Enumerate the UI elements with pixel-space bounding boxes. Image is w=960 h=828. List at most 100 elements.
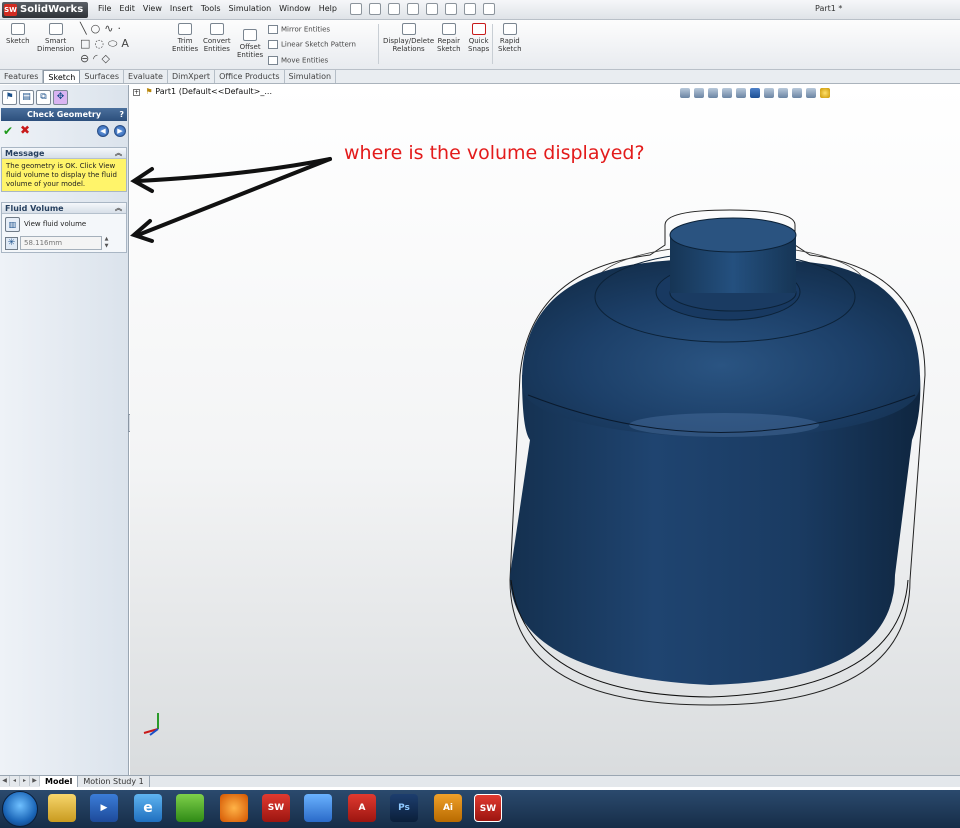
back-arrow-icon[interactable]: ◀ [97, 125, 109, 137]
message-group-header[interactable]: Message ︽ [2, 148, 126, 159]
app-icon[interactable] [304, 794, 332, 822]
graphics-area[interactable]: + ⚑ Part1 (Default<<Default>_... [130, 85, 960, 775]
new-document-icon[interactable] [350, 3, 362, 15]
property-manager-title: Check Geometry ? [1, 108, 127, 121]
tab-evaluate[interactable]: Evaluate [124, 70, 168, 83]
plane-icon[interactable]: ◇ [101, 52, 109, 65]
ok-check-icon[interactable]: ✔ [3, 124, 13, 138]
print-icon[interactable] [407, 3, 419, 15]
display-delete-label-1: Display/Delete [383, 37, 435, 45]
offset-icon [243, 29, 258, 41]
ellipse-icon[interactable]: ⬭ [108, 37, 117, 51]
distance-spinbox-row: ✳ 58.116mm ▲ ▼ [2, 234, 126, 252]
distance-input[interactable]: 58.116mm [20, 236, 102, 250]
menu-file[interactable]: File [94, 4, 115, 13]
fluid-volume-group: Fluid Volume ︽ ▥ View fluid volume ✳ 58.… [1, 202, 127, 253]
rapid-sketch-button[interactable]: Rapid Sketch [498, 23, 522, 53]
first-tab-icon[interactable]: ◀ [0, 776, 10, 786]
highlight [629, 413, 819, 437]
forward-arrow-icon[interactable]: ▶ [114, 125, 126, 137]
tab-sketch[interactable]: Sketch [43, 70, 81, 83]
illustrator-icon[interactable]: Ai [434, 794, 462, 822]
acrobat-icon[interactable]: A [348, 794, 376, 822]
ribbon-separator [378, 24, 379, 64]
property-manager-icon[interactable]: ▤ [19, 90, 34, 105]
move-entities-button[interactable]: Move Entities [268, 56, 328, 65]
collapse-chevron-icon[interactable]: ︽ [115, 148, 122, 159]
firefox-icon[interactable] [220, 794, 248, 822]
spin-arrows-icon[interactable]: ▲ ▼ [102, 236, 111, 250]
convert-entities-button[interactable]: Convert Entities [203, 23, 231, 53]
save-icon[interactable] [388, 3, 400, 15]
configuration-manager-icon[interactable]: ⧉ [36, 90, 51, 105]
mirror-icon [268, 25, 278, 34]
solidworks-taskbar-icon[interactable]: SW [262, 794, 290, 822]
spline-icon[interactable]: ∿ [104, 22, 113, 35]
cancel-x-icon[interactable]: ✖ [20, 123, 30, 137]
linear-pattern-button[interactable]: Linear Sketch Pattern [268, 40, 356, 49]
smart-dimension-button[interactable]: Smart Dimension [37, 23, 74, 53]
axis-triad [143, 713, 159, 736]
tab-dimxpert[interactable]: DimXpert [168, 70, 216, 83]
feature-manager-icon[interactable]: ⚑ [2, 90, 17, 105]
menu-help[interactable]: Help [315, 4, 341, 13]
slot-icon[interactable]: ⊖ [80, 52, 89, 65]
view-fluid-volume-button[interactable]: ▥ [5, 216, 20, 232]
help-icon[interactable]: ? [119, 108, 124, 121]
last-tab-icon[interactable]: ▶ [30, 776, 40, 786]
menu-edit[interactable]: Edit [115, 4, 139, 13]
next-tab-icon[interactable]: ▸ [20, 776, 30, 786]
open-icon[interactable] [369, 3, 381, 15]
manager-tabs: ⚑ ▤ ⧉ ✥ [2, 90, 68, 105]
select-icon[interactable] [445, 3, 457, 15]
message-text: The geometry is OK. Click View fluid vol… [2, 159, 126, 191]
explorer-icon[interactable] [48, 794, 76, 822]
sketch-label: Sketch [6, 37, 30, 45]
sketch-button[interactable]: Sketch [6, 23, 30, 45]
menu-view[interactable]: View [139, 4, 166, 13]
fillet-icon[interactable]: ◜ [93, 52, 97, 65]
media-player-icon[interactable]: ▶ [90, 794, 118, 822]
annotation-text: where is the volume displayed? [344, 142, 645, 164]
fluid-volume-group-header[interactable]: Fluid Volume ︽ [2, 203, 126, 214]
mirror-entities-button[interactable]: Mirror Entities [268, 25, 330, 34]
menu-insert[interactable]: Insert [166, 4, 197, 13]
message-group: Message ︽ The geometry is OK. Click View… [1, 147, 127, 192]
menu-tools[interactable]: Tools [197, 4, 225, 13]
menu-window[interactable]: Window [275, 4, 315, 13]
dimxpert-manager-icon[interactable]: ✥ [53, 90, 68, 105]
start-button-icon[interactable] [2, 791, 38, 827]
chrome-icon[interactable] [176, 794, 204, 822]
solidworks-active-taskbar-icon[interactable]: SW [474, 794, 502, 822]
collapse-chevron-icon[interactable]: ︽ [115, 203, 122, 214]
quick-snaps-label-2: Snaps [468, 45, 490, 53]
solidworks-logo[interactable]: SW SolidWorks [2, 2, 88, 18]
tab-nav-arrows: ◀ ◂ ▸ ▶ [0, 776, 40, 787]
options-icon[interactable] [483, 3, 495, 15]
point-icon[interactable]: · [117, 22, 121, 35]
trim-entities-button[interactable]: Trim Entities [172, 23, 198, 53]
menu-simulation[interactable]: Simulation [225, 4, 276, 13]
prev-tab-icon[interactable]: ◂ [10, 776, 20, 786]
internet-explorer-icon[interactable]: e [134, 794, 162, 822]
tab-features[interactable]: Features [0, 70, 44, 83]
photoshop-icon[interactable]: Ps [390, 794, 418, 822]
arc-icon[interactable]: ◌ [94, 37, 104, 51]
tab-motion-study[interactable]: Motion Study 1 [78, 776, 150, 787]
tab-office-products[interactable]: Office Products [215, 70, 285, 83]
tab-simulation[interactable]: Simulation [285, 70, 337, 83]
offset-entities-button[interactable]: Offset Entities [237, 29, 263, 59]
line-icon[interactable]: ╲ [80, 22, 87, 35]
quick-snaps-button[interactable]: Quick Snaps [468, 23, 489, 53]
undo-icon[interactable] [426, 3, 438, 15]
move-icon [268, 56, 278, 65]
rebuild-icon[interactable] [464, 3, 476, 15]
tab-model[interactable]: Model [40, 776, 79, 787]
display-delete-relations-button[interactable]: Display/Delete Relations [383, 23, 434, 53]
repair-sketch-button[interactable]: Repair Sketch [437, 23, 461, 53]
tab-surfaces[interactable]: Surfaces [80, 70, 125, 83]
rectangle-icon[interactable]: □ [80, 37, 90, 51]
text-icon[interactable]: A [121, 37, 129, 51]
windows-taskbar: ▶ e SW A Ps Ai SW [0, 790, 960, 828]
circle-icon[interactable]: ○ [91, 22, 101, 35]
